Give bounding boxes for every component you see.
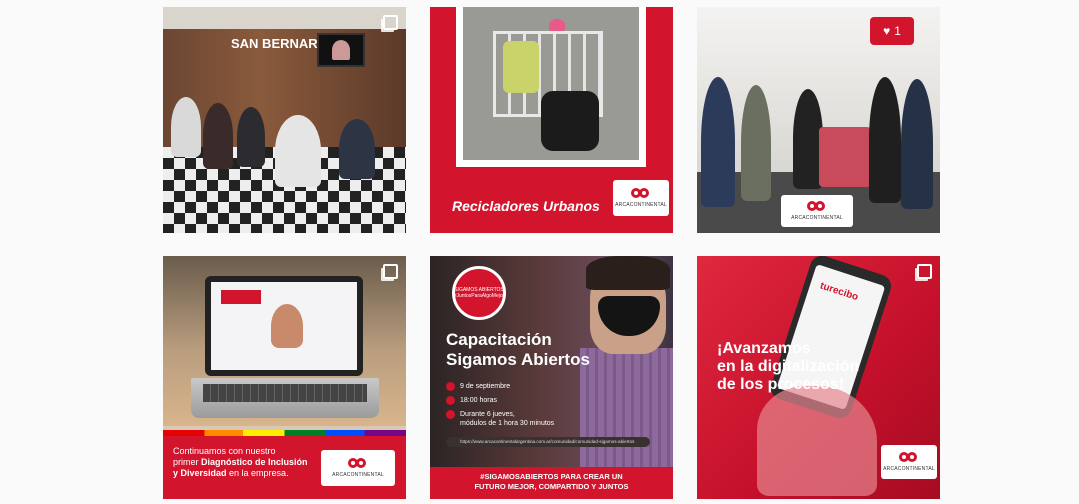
event-url[interactable]: https://www.arcacontinentalargentina.com… xyxy=(446,437,650,447)
audience-person xyxy=(171,97,201,157)
audience-person xyxy=(339,119,375,179)
logo-text: ARCACONTINENTAL xyxy=(332,472,384,478)
arca-logo: ARCACONTINENTAL xyxy=(613,180,669,216)
woman-sweater xyxy=(580,348,673,468)
event-date: 9 de septiembre xyxy=(460,383,511,390)
multiple-images-icon xyxy=(383,15,398,30)
post-tile-capacitacion[interactable]: SIGAMOS ABIERTOS #JuntosParaAlgoMejor Ca… xyxy=(430,256,673,499)
person xyxy=(741,85,771,201)
banner-line: FUTURO MEJOR, COMPARTIDO Y JUNTOS xyxy=(474,482,629,491)
video-call-screen xyxy=(317,33,365,67)
arca-logo: ARCACONTINENTAL xyxy=(781,195,853,227)
audience-person xyxy=(275,115,321,187)
post-tile-recicladores[interactable]: Recicladores Urbanos ARCACONTINENTAL xyxy=(430,7,673,233)
laptop-screen xyxy=(205,276,363,376)
event-duration: módulos de 1 hora 30 minutos xyxy=(460,420,555,427)
title-line: de los procesos! xyxy=(717,376,845,393)
donation-boxes xyxy=(819,127,871,187)
likes-badge[interactable]: ♥ 1 xyxy=(870,17,914,45)
woman-hair xyxy=(586,256,670,290)
arca-logo: ARCACONTINENTAL xyxy=(881,445,937,479)
multiple-images-icon xyxy=(383,264,398,279)
logo-text: ARCACONTINENTAL xyxy=(615,202,667,208)
heart-icon: ♥ xyxy=(883,24,891,38)
post-caption: Recicladores Urbanos xyxy=(452,198,600,214)
event-info: 9 de septiembre 18:00 horas Durante 6 ju… xyxy=(446,382,554,433)
calendar-icon xyxy=(446,382,455,391)
multiple-images-icon xyxy=(917,264,932,279)
post-title: Capacitación Sigamos Abiertos xyxy=(446,330,590,370)
recycler-photo xyxy=(456,7,646,167)
event-time: 18:00 horas xyxy=(460,397,497,404)
post-tile-digitalizacion[interactable]: turecibo ¡Avanzamos en la digitalización… xyxy=(697,256,940,499)
title-line: Capacitación xyxy=(446,330,552,349)
arca-logo-icon xyxy=(631,188,651,200)
post-tile-restaurant[interactable]: SAN BERNARDO xyxy=(163,7,406,233)
hashtag-banner: #SIGAMOSABIERTOS PARA CREAR UN FUTURO ME… xyxy=(430,467,673,499)
title-line: Sigamos Abiertos xyxy=(446,350,590,369)
repeat-icon xyxy=(446,410,455,419)
person xyxy=(901,79,933,209)
caption-line: primer xyxy=(173,457,202,467)
worker xyxy=(503,41,539,93)
post-tile-donation[interactable]: ♥ 1 ARCACONTINENTAL xyxy=(697,7,940,233)
likes-count: 1 xyxy=(894,24,901,38)
clock-icon xyxy=(446,396,455,405)
person xyxy=(701,77,735,207)
audience-person xyxy=(237,107,265,167)
post-caption: Continuamos con nuestro primer Diagnósti… xyxy=(173,446,313,479)
arca-logo: ARCACONTINENTAL xyxy=(321,450,395,486)
title-line: ¡Avanzamos xyxy=(717,340,811,357)
ceiling xyxy=(163,7,406,29)
phone-app-name: turecibo xyxy=(818,280,860,304)
arca-logo-icon xyxy=(899,452,919,464)
audience-person xyxy=(203,103,233,169)
sigamos-abiertos-badge: SIGAMOS ABIERTOS #JuntosParaAlgoMejor xyxy=(452,266,506,320)
garbage-bag xyxy=(541,91,599,151)
worker-cap xyxy=(549,19,565,31)
caption-line: en la empresa. xyxy=(226,468,289,478)
banner-line: #SIGAMOSABIERTOS PARA CREAR UN xyxy=(480,472,623,481)
event-duration: Durante 6 jueves, xyxy=(460,411,515,418)
arca-logo-icon xyxy=(348,458,368,470)
title-line: en la digitalización xyxy=(717,358,860,375)
arca-logo-icon xyxy=(807,201,827,213)
logo-text: ARCACONTINENTAL xyxy=(883,466,935,472)
post-tile-diversidad[interactable]: Continuamos con nuestro primer Diagnósti… xyxy=(163,256,406,499)
logo-text: ARCACONTINENTAL xyxy=(791,215,843,221)
caption-line: Continuamos con nuestro xyxy=(173,446,276,456)
hand-image xyxy=(757,386,877,496)
person xyxy=(869,77,901,203)
keyboard xyxy=(203,384,367,402)
post-title: ¡Avanzamos en la digitalización de los p… xyxy=(717,340,859,394)
